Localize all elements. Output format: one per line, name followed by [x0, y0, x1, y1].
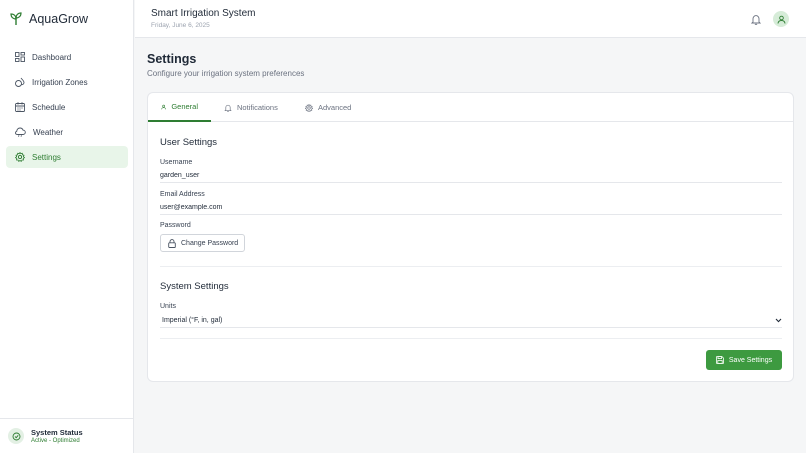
lock-icon	[168, 238, 176, 248]
sidebar-item-irrigation-zones[interactable]: Irrigation Zones	[6, 71, 128, 93]
notifications-button[interactable]	[750, 12, 762, 30]
save-settings-label: Save Settings	[728, 356, 773, 364]
tab-general[interactable]: General	[148, 93, 211, 122]
user-icon	[161, 104, 166, 109]
calendar-icon	[15, 102, 25, 112]
sidebar-item-label: Dashboard	[32, 52, 72, 62]
sidebar-nav: Dashboard Irrigation Zones Schedule Weat…	[6, 46, 128, 171]
units-selected-value: Imperial (°F, in, gal)	[162, 317, 223, 324]
sprout-icon	[10, 12, 22, 25]
system-status: System Status Active - Optimized	[0, 418, 134, 453]
gear-icon	[15, 152, 25, 162]
change-password-label: Change Password	[181, 239, 239, 247]
user-icon	[777, 15, 785, 24]
tab-notifications[interactable]: Notifications	[211, 93, 291, 122]
sidebar-item-settings[interactable]: Settings	[6, 146, 128, 168]
cloud-icon	[15, 127, 26, 137]
app-name: AquaGrow	[29, 12, 89, 26]
zones-icon	[15, 77, 25, 87]
sidebar-item-label: Irrigation Zones	[32, 77, 88, 87]
username-input[interactable]	[160, 169, 782, 183]
sidebar-item-weather[interactable]: Weather	[6, 121, 128, 143]
password-label: Password	[160, 222, 191, 229]
page-title: Settings	[147, 52, 197, 66]
sidebar-item-label: Weather	[33, 127, 64, 137]
tab-label: Notifications	[237, 103, 278, 112]
header-date: Friday, June 6, 2025	[151, 22, 210, 29]
sidebar-item-label: Settings	[32, 152, 61, 162]
brand[interactable]: AquaGrow	[10, 10, 88, 28]
sidebar-item-schedule[interactable]: Schedule	[6, 96, 128, 118]
tab-advanced[interactable]: Advanced	[292, 93, 364, 122]
chevron-down-icon	[775, 318, 782, 323]
units-select[interactable]: Imperial (°F, in, gal)	[160, 314, 782, 328]
avatar[interactable]	[773, 11, 789, 27]
settings-card: General Notifications Advanced User Sett…	[147, 92, 794, 382]
tab-label: Advanced	[318, 103, 352, 112]
sidebar-item-dashboard[interactable]: Dashboard	[6, 46, 128, 68]
status-subtitle: Active - Optimized	[31, 438, 80, 444]
change-password-button[interactable]: Change Password	[160, 234, 245, 252]
top-bar: Smart Irrigation System Friday, June 6, …	[135, 0, 806, 38]
actions-divider	[160, 338, 782, 339]
bell-icon	[224, 104, 232, 112]
bell-icon	[750, 15, 762, 25]
system-settings-title: System Settings	[160, 281, 229, 292]
email-label: Email Address	[160, 191, 205, 198]
sidebar: AquaGrow Dashboard Irrigation Zones Sche…	[0, 0, 134, 453]
page-subtitle: Configure your irrigation system prefere…	[147, 69, 305, 78]
dashboard-icon	[15, 52, 25, 62]
save-icon	[716, 356, 724, 364]
header-title: Smart Irrigation System	[151, 8, 256, 19]
username-label: Username	[160, 159, 193, 166]
user-settings-title: User Settings	[160, 137, 218, 148]
units-label: Units	[160, 303, 176, 310]
save-settings-button[interactable]: Save Settings	[706, 350, 782, 370]
sidebar-item-label: Schedule	[32, 102, 66, 112]
activity-icon	[12, 432, 20, 440]
status-title: System Status	[31, 428, 83, 437]
email-input[interactable]	[160, 201, 782, 215]
gear-icon	[305, 103, 313, 112]
status-icon	[8, 428, 24, 444]
settings-tabs: General Notifications Advanced	[148, 93, 793, 122]
tab-label: General	[171, 102, 198, 111]
section-divider	[160, 266, 782, 267]
